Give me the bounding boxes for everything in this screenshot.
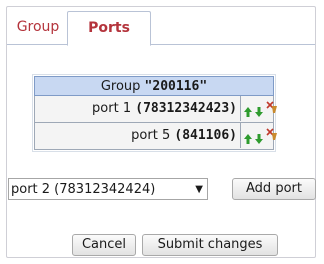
delete-icon[interactable] bbox=[266, 128, 278, 140]
submit-changes-button[interactable]: Submit changes bbox=[142, 234, 278, 256]
port-label: port 5 (841106) bbox=[35, 123, 241, 148]
group-ports-table: Group "200116" port 1 (78312342423) port… bbox=[32, 74, 278, 152]
dropdown-caret-icon: ▼ bbox=[195, 184, 203, 195]
arrow-down-icon[interactable] bbox=[255, 107, 263, 117]
port-name: port 1 bbox=[92, 101, 132, 116]
port-actions bbox=[244, 128, 278, 144]
port-label: port 1 (78312342423) bbox=[35, 96, 241, 121]
group-header-label: Group bbox=[100, 79, 141, 94]
port-number: (78312342423) bbox=[135, 101, 237, 116]
port-select[interactable]: port 2 (78312342424) ▼ bbox=[8, 178, 208, 200]
group-id: "200116" bbox=[144, 79, 208, 94]
tab-group[interactable]: Group bbox=[9, 11, 67, 45]
arrow-down-icon[interactable] bbox=[255, 134, 263, 144]
tab-bar: Group Ports bbox=[7, 7, 315, 46]
port-row: port 1 (78312342423) bbox=[34, 96, 278, 123]
tab-ports[interactable]: Ports bbox=[67, 11, 151, 46]
delete-icon[interactable] bbox=[266, 101, 278, 113]
port-actions bbox=[244, 101, 278, 117]
group-header: Group "200116" bbox=[34, 76, 274, 96]
port-row: port 5 (841106) bbox=[34, 123, 278, 150]
port-number: (841106) bbox=[174, 128, 237, 143]
add-port-button[interactable]: Add port bbox=[232, 178, 316, 200]
arrow-up-icon[interactable] bbox=[244, 107, 252, 117]
port-name: port 5 bbox=[131, 128, 171, 143]
cancel-button[interactable]: Cancel bbox=[72, 234, 136, 256]
port-select-value: port 2 (78312342424) bbox=[11, 182, 156, 197]
arrow-up-icon[interactable] bbox=[244, 134, 252, 144]
